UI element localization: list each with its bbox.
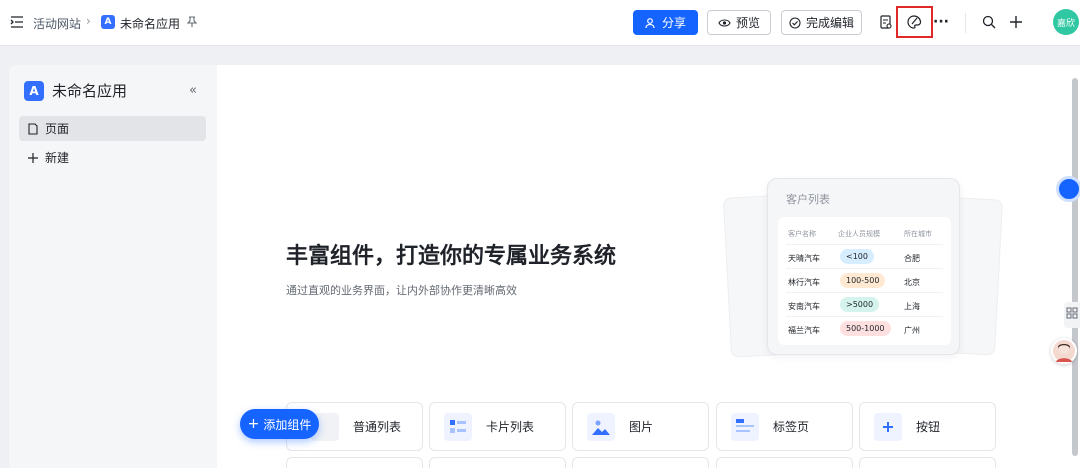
sidebar-item-new[interactable]: 新建 [19,145,206,170]
cell-name: 林行汽车 [788,278,820,287]
sidebar-header: A 未命名应用 [24,80,127,101]
share-label: 分享 [661,16,686,30]
page-settings-icon[interactable] [876,12,896,32]
component-tile-partial[interactable] [859,457,996,468]
table-row: 林行汽车 100-500 北京 [786,269,943,293]
highlight-box [896,6,933,38]
component-tile-card-list[interactable]: 卡片列表 [429,402,566,451]
tile-label: 普通列表 [353,420,402,434]
cell-city: 合肥 [904,254,920,263]
avatar[interactable]: 嘉欣 [1053,9,1079,35]
assistant-float-icon[interactable] [1056,176,1080,202]
table-header: 客户名称 企业人员规模 所在城市 [786,221,943,245]
size-chip: 100-500 [840,273,886,288]
check-circle-icon [789,16,801,29]
divider [965,13,966,33]
component-tile-partial[interactable] [286,457,423,468]
size-chip: <100 [840,249,874,264]
hero-subline: 通过直观的业务界面，让内外部协作更清晰高效 [286,284,517,297]
plus-icon: + [247,416,260,432]
cell-name: 安南汽车 [788,302,820,311]
cell-city: 上海 [904,302,920,311]
card-list-icon [444,412,472,441]
column-header: 客户名称 [788,230,816,238]
sidebar-item-label: 页面 [45,122,70,136]
component-tile-tabs[interactable]: 标签页 [716,402,853,451]
cell-city: 广州 [904,326,920,335]
preview-button[interactable]: 预览 [707,10,771,35]
grid-float-icon[interactable] [1064,302,1080,328]
tile-label: 卡片列表 [486,420,535,434]
top-bar: 活动网站 › A 未命名应用 分享 预览 完成编辑 ··· 嘉欣 [0,0,1080,46]
sidebar-app-name: 未命名应用 [52,82,128,100]
user-add-icon [645,17,655,28]
chevron-right-icon: › [86,14,91,28]
search-icon[interactable] [979,12,999,32]
finish-edit-button[interactable]: 完成编辑 [781,10,862,35]
app-logo-icon: A [24,80,44,101]
pin-icon[interactable] [186,16,198,28]
tile-label: 标签页 [773,420,810,434]
app-logo-icon: A [101,15,115,29]
component-tile-partial[interactable] [716,457,853,468]
hero-headline: 丰富组件，打造你的专属业务系统 [286,244,617,269]
breadcrumb-app[interactable]: 未命名应用 [120,15,180,32]
size-chip: >5000 [840,297,880,312]
sidebar-item-label: 新建 [45,151,70,165]
add-icon[interactable] [1006,12,1026,32]
eye-icon [718,18,731,27]
sidebar-item-page[interactable]: 页面 [19,116,206,141]
tile-label: 图片 [629,420,654,434]
support-avatar-icon[interactable] [1051,338,1077,364]
button-icon [874,412,902,441]
component-tile-image[interactable]: 图片 [572,402,709,451]
tabs-icon [731,412,759,441]
component-tile-button[interactable]: 按钮 [859,402,996,451]
sidebar: A 未命名应用 « 页面 新建 [9,65,217,468]
component-tile-partial[interactable] [429,457,566,468]
finish-edit-label: 完成编辑 [805,16,854,30]
customer-list-preview: 客户列表 客户名称 企业人员规模 所在城市 天晴汽车 <100 合肥 林行汽车 … [767,178,960,355]
table-row: 天晴汽车 <100 合肥 [786,245,943,269]
preview-title: 客户列表 [786,193,830,206]
more-icon[interactable]: ··· [931,12,951,32]
share-button[interactable]: 分享 [633,10,698,35]
collapse-icon[interactable]: « [189,83,197,98]
component-tile-partial[interactable] [572,457,709,468]
add-component-label: 添加组件 [263,417,312,432]
breadcrumb-site[interactable]: 活动网站 [33,15,81,32]
size-chip: 500-1000 [840,321,891,336]
menu-toggle-icon[interactable] [10,15,24,29]
page-icon [28,122,38,135]
image-icon [587,412,615,441]
scrollbar-thumb[interactable] [1072,78,1078,456]
column-header: 企业人员规模 [838,230,880,238]
preview-table: 客户名称 企业人员规模 所在城市 天晴汽车 <100 合肥 林行汽车 100-5… [778,217,951,345]
plus-icon [28,152,38,163]
column-header: 所在城市 [904,230,932,238]
cell-name: 天晴汽车 [788,254,820,263]
table-row: 安南汽车 >5000 上海 [786,293,943,317]
add-component-button[interactable]: + 添加组件 [240,409,319,439]
tile-label: 按钮 [916,420,941,434]
table-row: 福兰汽车 500-1000 广州 [786,317,943,341]
cell-name: 福兰汽车 [788,326,820,335]
preview-label: 预览 [735,16,760,30]
cell-city: 北京 [904,278,920,287]
